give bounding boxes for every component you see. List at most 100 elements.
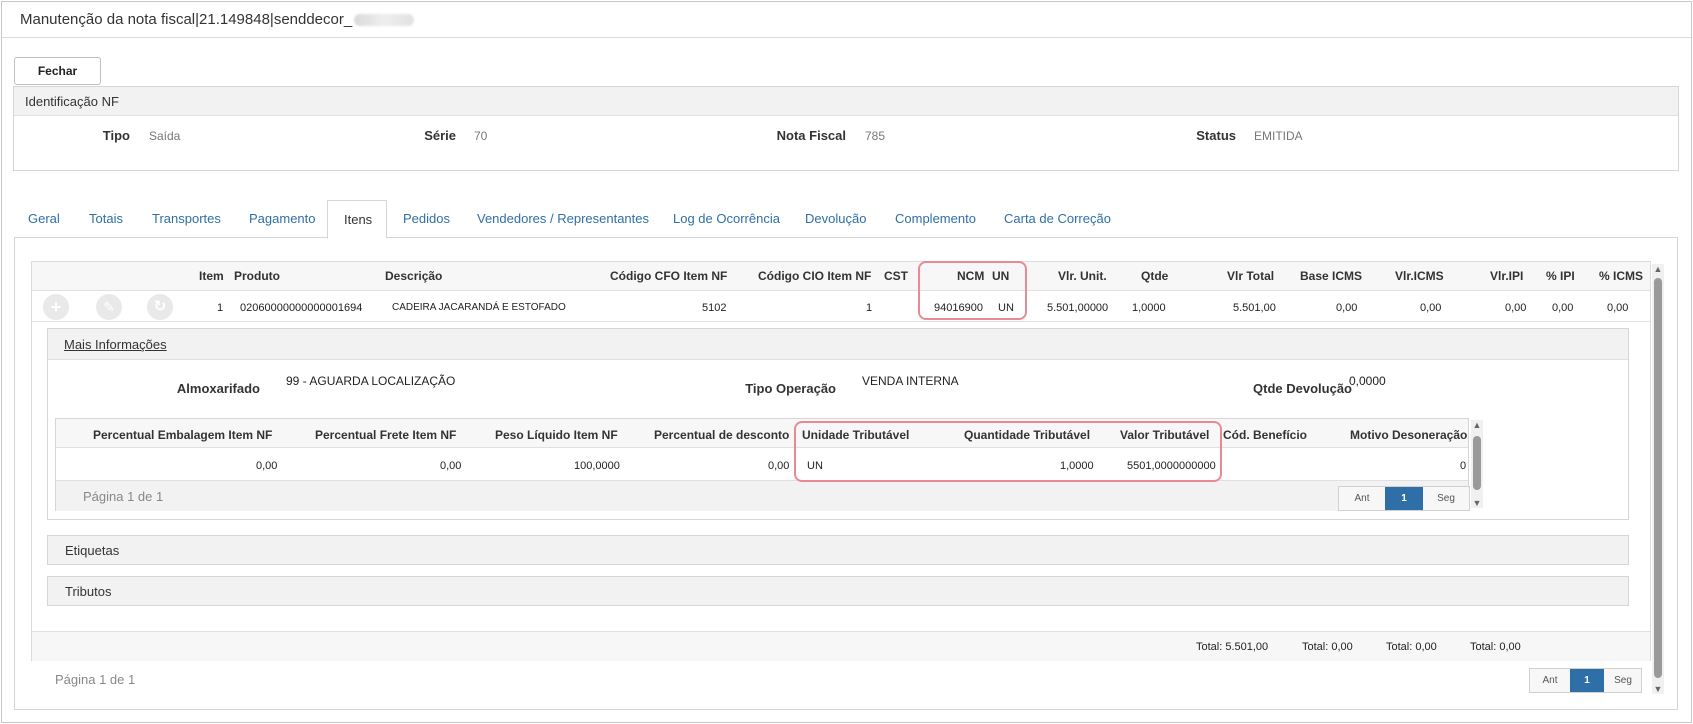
pager-page-1[interactable]: 1	[1570, 669, 1604, 692]
sub-grid-footer	[56, 480, 1468, 511]
col-cfo: Código CFO Item NF	[610, 269, 728, 283]
highlight-tributavel	[794, 421, 1222, 482]
cell-vlr-icms: 0,00	[1420, 302, 1442, 314]
col-cio: Código CIO Item NF	[758, 269, 872, 283]
tab-vendedores[interactable]: Vendedores / Representantes	[461, 200, 665, 238]
col-descricao: Descrição	[385, 269, 443, 283]
main-scrollbar[interactable]: ▲ ▼	[1652, 264, 1664, 694]
cell-vlr-unit: 5.501,00000	[1047, 302, 1109, 314]
col-motivo-desoneracao: Motivo Desoneração	[1350, 428, 1468, 442]
col-item: Item	[199, 269, 224, 283]
highlight-ncm-un	[918, 261, 1027, 320]
sub-pager-page-1[interactable]: 1	[1385, 487, 1423, 510]
tab-pedidos[interactable]: Pedidos	[387, 200, 466, 238]
cell-cfo: 5102	[702, 302, 727, 314]
etiquetas-section[interactable]: Etiquetas	[47, 535, 1629, 565]
cell-motivo-desoneracao: 0	[1460, 460, 1467, 472]
tab-bar: Geral Totais Transportes Pagamento Itens…	[12, 200, 1678, 239]
cell-item: 1	[217, 302, 224, 314]
status-value: EMITIDA	[1254, 129, 1303, 143]
cell-frete: 0,00	[440, 460, 462, 472]
sub-scrollbar[interactable]: ▲ ▼	[1471, 420, 1483, 508]
main-scroll-thumb[interactable]	[1654, 278, 1662, 678]
tab-itens[interactable]: Itens	[327, 200, 387, 239]
cell-vlr-total: 5.501,00	[1233, 302, 1276, 314]
almoxarifado-value: 99 - AGUARDA LOCALIZAÇÃO	[286, 374, 456, 388]
col-cod-beneficio: Cód. Benefício	[1223, 428, 1308, 442]
col-cst: CST	[884, 269, 908, 283]
add-icon[interactable]: +	[43, 294, 69, 320]
serie-value: 70	[474, 129, 488, 143]
tipo-operacao-label: Tipo Operação	[745, 381, 836, 396]
cell-desconto: 0,00	[768, 460, 790, 472]
serie-label: Série	[424, 128, 456, 143]
window-title: Manutenção da nota fiscal|21.149848|send…	[20, 11, 415, 28]
tab-carta-correcao[interactable]: Carta de Correção	[988, 200, 1127, 238]
tab-devolucao[interactable]: Devolução	[789, 200, 882, 238]
col-vlr-icms: Vlr.ICMS	[1395, 269, 1444, 283]
scroll-up-icon[interactable]: ▲	[1652, 264, 1664, 274]
cell-descricao: CADEIRA JACARANDÁ E ESTOFADO	[392, 302, 566, 313]
col-peso: Peso Líquido Item NF	[495, 428, 618, 442]
sub-scroll-thumb[interactable]	[1473, 436, 1481, 490]
cell-cio: 1	[866, 302, 873, 314]
cell-qtde: 1,0000	[1132, 302, 1166, 314]
sub-pager-prev[interactable]: Ant	[1339, 487, 1385, 510]
col-qtde: Qtde	[1141, 269, 1169, 283]
tipo-operacao-value: VENDA INTERNA	[862, 374, 959, 388]
mais-info-header[interactable]: Mais Informações	[48, 329, 1628, 360]
row-separator	[32, 321, 1650, 322]
scroll-down-icon[interactable]: ▼	[1652, 684, 1664, 694]
edit-icon[interactable]: ✎	[96, 294, 122, 320]
pager-info: Página 1 de 1	[55, 672, 136, 687]
total-vlr-icms: Total: 0,00	[1386, 641, 1437, 653]
cell-peso: 100,0000	[574, 460, 620, 472]
col-base-icms: Base ICMS	[1300, 269, 1363, 283]
scroll-down-icon[interactable]: ▼	[1471, 498, 1483, 508]
history-icon[interactable]: ↻	[147, 294, 173, 320]
col-desconto: Percentual de desconto	[654, 428, 790, 442]
tab-log-ocorrencia[interactable]: Log de Ocorrência	[657, 200, 796, 238]
tipo-value: Saída	[149, 129, 181, 143]
col-embalagem: Percentual Embalagem Item NF	[93, 428, 273, 442]
cell-vlr-ipi: 0,00	[1505, 302, 1527, 314]
close-button[interactable]: Fechar	[14, 57, 101, 85]
cell-base-icms: 0,00	[1336, 302, 1358, 314]
tributos-section[interactable]: Tributos	[47, 576, 1629, 606]
tab-transportes[interactable]: Transportes	[136, 200, 237, 238]
tab-geral[interactable]: Geral	[12, 200, 76, 238]
identificacao-panel: Identificação NF	[13, 86, 1679, 171]
redacted-blur	[354, 14, 415, 27]
qtde-devolucao-value: 0,0000	[1349, 374, 1386, 388]
cell-produto: 02060000000000001694	[240, 302, 363, 314]
col-vlr-ipi: Vlr.IPI	[1490, 269, 1524, 283]
col-vlr-unit: Vlr. Unit.	[1058, 269, 1107, 283]
qtde-devolucao-label: Qtde Devolução	[1253, 381, 1352, 396]
col-vlr-total: Vlr Total	[1227, 269, 1275, 283]
pager-next[interactable]: Seg	[1604, 669, 1642, 692]
col-frete: Percentual Frete Item NF	[315, 428, 457, 442]
almoxarifado-label: Almoxarifado	[176, 381, 260, 396]
sub-pager-next[interactable]: Seg	[1423, 487, 1469, 510]
tab-complemento[interactable]: Complemento	[879, 200, 992, 238]
col-pct-ipi: % IPI	[1546, 269, 1575, 283]
total-base-icms: Total: 0,00	[1302, 641, 1353, 653]
tab-pagamento[interactable]: Pagamento	[233, 200, 332, 238]
sub-pager-info: Página 1 de 1	[83, 489, 164, 504]
title-bar: Manutenção da nota fiscal|21.149848|send…	[2, 2, 1691, 38]
total-vlr-ipi: Total: 0,00	[1470, 641, 1521, 653]
pager-prev[interactable]: Ant	[1530, 669, 1570, 692]
cell-embalagem: 0,00	[256, 460, 278, 472]
col-pct-icms: % ICMS	[1599, 269, 1644, 283]
identificacao-header: Identificação NF	[14, 87, 1678, 116]
cell-pct-icms: 0,00	[1607, 302, 1629, 314]
col-produto: Produto	[234, 269, 280, 283]
pager: Ant 1 Seg	[1529, 668, 1642, 693]
nota-fiscal-label: Nota Fiscal	[776, 128, 846, 143]
tipo-label: Tipo	[102, 128, 130, 143]
status-label: Status	[1196, 128, 1236, 143]
total-vlr-total: Total: 5.501,00	[1196, 641, 1269, 653]
cell-pct-ipi: 0,00	[1552, 302, 1574, 314]
scroll-up-icon[interactable]: ▲	[1471, 420, 1483, 430]
tab-totais[interactable]: Totais	[73, 200, 139, 238]
